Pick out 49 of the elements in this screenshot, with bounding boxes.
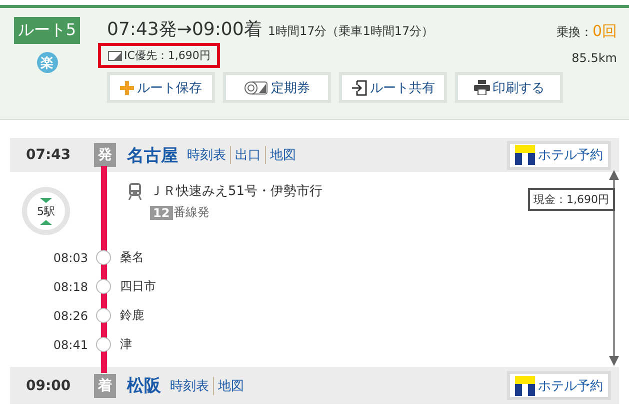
transfers-count: 0回 [592,22,617,41]
platform-info: 12 番線発 [150,204,323,221]
ic-card-icon [108,50,122,60]
route-distance: 85.5km [572,51,617,65]
station-name[interactable]: 名古屋 [127,144,178,166]
comfort-mark: 楽 [36,52,58,73]
stop-dot [96,250,111,265]
station-link[interactable]: 出口 [230,146,265,164]
route-times: 07:43発→09:00着 [107,18,262,41]
ic-fare-text: IC優先：1,690円 [124,48,210,63]
route-label: ルート5 [14,17,80,44]
station-link[interactable]: 時刻表 [187,146,230,164]
stop-name: 津 [120,336,132,353]
stop-name: 四日市 [120,278,156,295]
route-duration: 1時間17分（乗車1時間17分） [268,23,434,40]
cash-fare: 現金：1,690円 [528,188,615,211]
stop-dot [96,308,111,323]
stop-name: 鈴鹿 [120,307,144,324]
share-icon [351,80,367,96]
station-time: 07:43 [26,147,72,163]
departure-badge: 発 [94,143,116,167]
hotel-booking-button[interactable]: ホテル予約 [507,140,611,170]
pass-route-button[interactable]: 定期券 [223,72,331,103]
train-icon [128,182,142,200]
hotel-booking-button[interactable]: ホテル予約 [507,371,611,400]
stop-dot [96,337,111,352]
share-route-button[interactable]: ルート共有 [339,72,447,103]
save-route-button[interactable]: ルート保存 [107,72,215,103]
print-route-button[interactable]: 印刷する [455,72,563,103]
station-link[interactable]: 時刻表 [170,376,213,394]
stop-time: 08:26 [52,308,88,322]
arrival-badge: 着 [94,374,116,398]
train-name: ＪＲ快速みえ51号・伊勢市行 [150,183,323,200]
stop-name: 桑名 [120,249,144,266]
pass-card-icon [244,80,268,96]
t-logo-icon [515,376,535,396]
transfers-label: 乗換： [556,24,592,41]
printer-icon [474,80,490,95]
station-time: 09:00 [26,378,72,394]
station-name[interactable]: 松阪 [127,374,161,397]
stop-count-toggle[interactable]: 5駅 [22,187,70,235]
plus-icon [120,80,134,94]
stop-time: 08:18 [52,280,88,294]
stop-time: 08:03 [52,250,88,264]
stop-time: 08:41 [52,338,88,352]
stop-dot [96,279,111,294]
t-logo-icon [515,145,535,165]
station-link[interactable]: 地図 [265,146,300,164]
station-link[interactable]: 地図 [213,376,248,394]
